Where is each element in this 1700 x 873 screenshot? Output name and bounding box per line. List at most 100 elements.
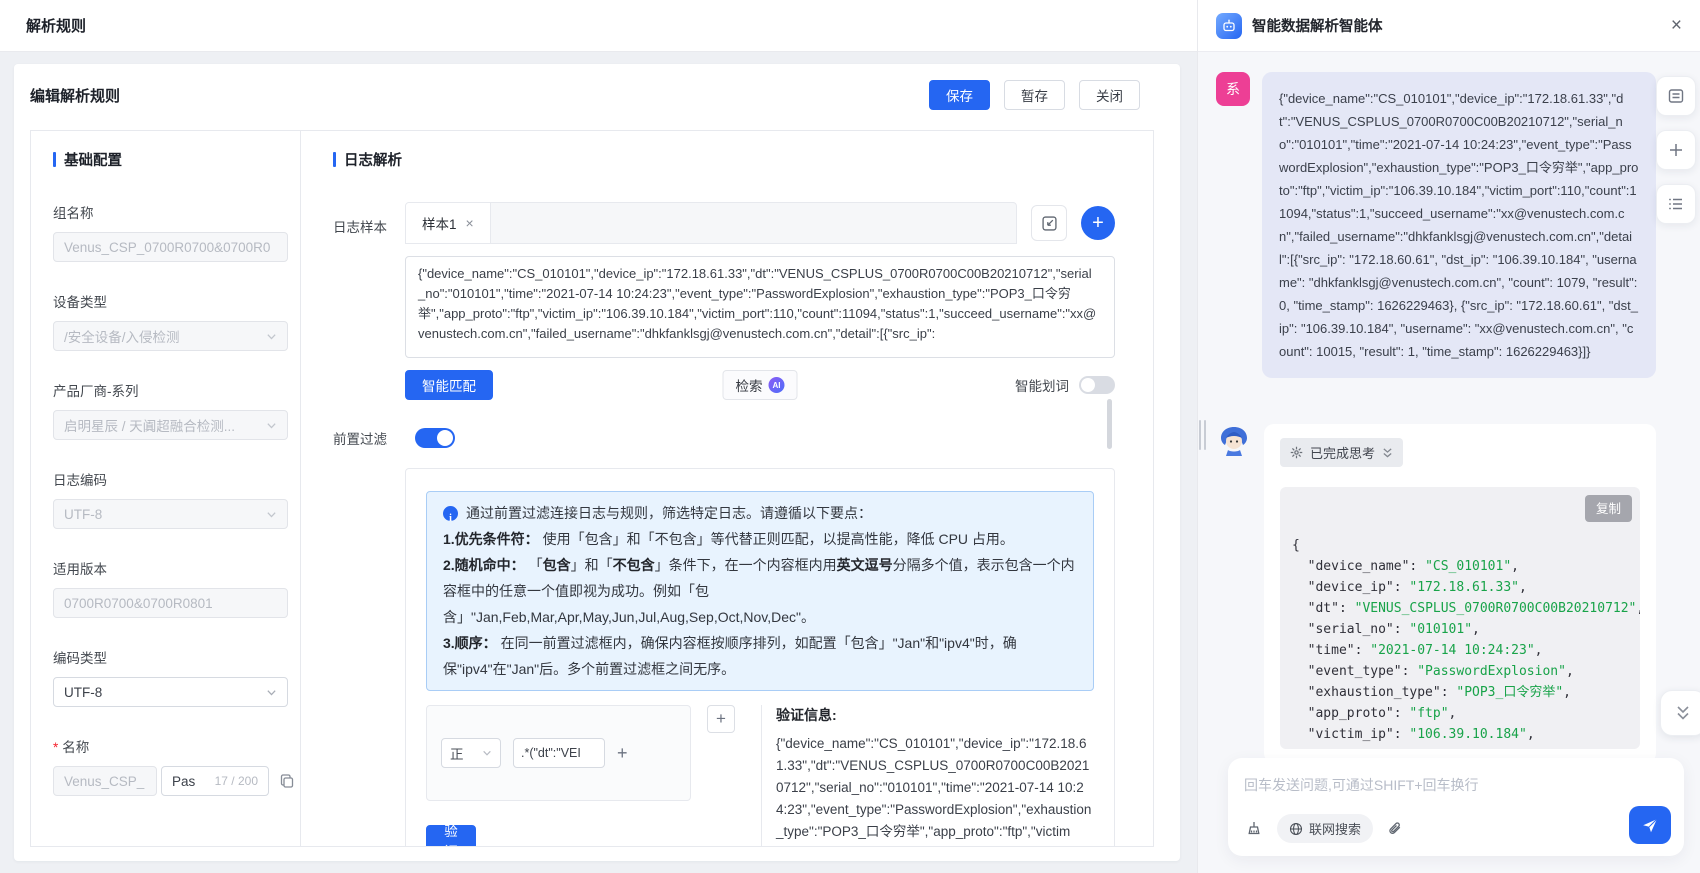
app-root: 解析规则 编辑解析规则 保存 暂存 关闭 基础配置 组名称 Venus_ (0, 0, 1700, 873)
send-button[interactable] (1629, 806, 1671, 844)
chevron-down-icon (266, 331, 277, 342)
attach-ic[interactable] (1387, 821, 1403, 837)
name-prefix-input[interactable]: Venus_CSP_ (53, 766, 157, 796)
filter-operator-select[interactable]: 正 (441, 738, 501, 768)
copy-icon[interactable] (277, 771, 297, 791)
smart-highlight-toggle[interactable] (1079, 376, 1115, 394)
version-field: 适用版本 0700R0700&0700R0801 (53, 558, 288, 618)
group-name-field: 组名称 Venus_CSP_0700R0700&0700R0 (53, 202, 288, 262)
scroll-to-bottom-button[interactable] (1660, 690, 1700, 736)
add-filter-group-button[interactable]: + (707, 705, 735, 733)
clear-context-ic[interactable] (1245, 820, 1263, 838)
name-field: *名称 Venus_CSP_ Pas 17 / 200 (53, 736, 288, 796)
validation-title: 验证信息: (776, 705, 1094, 725)
code-content: { "device_name": "CS_010101", "device_ip… (1292, 535, 1628, 749)
prefilter-group: 正 .*("dt":"VEI + (426, 705, 691, 801)
topbar: 解析规则 (0, 0, 1197, 52)
device-type-field: 设备类型 /安全设备/入侵检测 (53, 291, 288, 351)
required-mark: * (53, 740, 58, 755)
chevron-double-down-icon (1675, 704, 1691, 722)
sample-textarea[interactable]: {"device_name":"CS_010101","device_ip":"… (405, 256, 1115, 358)
add-sample-button[interactable]: + (1081, 206, 1115, 240)
sample-tab-strip: 样本1 × (405, 202, 1017, 244)
globe-icon (1289, 822, 1303, 836)
prefilter-label: 前置过滤 (333, 428, 387, 448)
tab-sample-1[interactable]: 样本1 × (406, 203, 491, 243)
char-counter: 17 / 200 (215, 774, 258, 788)
close-panel-icon[interactable]: × (1671, 16, 1682, 35)
assistant-title: 智能数据解析智能体 (1252, 15, 1383, 36)
add-condition-icon[interactable]: + (617, 743, 628, 764)
card-title: 编辑解析规则 (30, 85, 120, 106)
assistant-avatar (1216, 424, 1252, 460)
prefilter-section: i 通过前置过滤连接日志与规则，筛选特定日志。请遵循以下要点： 1.优先条件符：… (405, 468, 1115, 846)
page-title: 解析规则 (26, 15, 86, 36)
version-input: 0700R0700&0700R0801 (53, 588, 288, 618)
alert-lines: 1.优先条件符： 使用「包含」和「不包含」等代替正则匹配，以提高性能，降低 CP… (443, 526, 1077, 682)
thinking-status-chip[interactable]: 已完成思考 (1280, 438, 1403, 467)
user-message-row: 系 {"device_name":"CS_010101","device_ip"… (1216, 72, 1656, 378)
stash-button[interactable]: 暂存 (1004, 80, 1065, 110)
validation-text: {"device_name":"CS_010101","device_ip":"… (776, 733, 1094, 843)
prefilter-toggle[interactable] (415, 428, 455, 448)
web-search-button[interactable]: 联网搜索 (1277, 814, 1373, 843)
assistant-message-row: 已完成思考 { "device_name": "CS_010101", "dev… (1216, 424, 1656, 763)
scrollbar-thumb[interactable] (1107, 399, 1112, 449)
user-message-bubble: {"device_name":"CS_010101","device_ip":"… (1262, 72, 1656, 378)
chevron-down-icon (266, 420, 277, 431)
assistant-panel: 智能数据解析智能体 × 系 {"device_name":"CS_010101"… (1197, 0, 1700, 873)
section-bar (333, 152, 336, 167)
chevron-down-icon (266, 509, 277, 520)
card-header: 编辑解析规则 保存 暂存 关闭 (14, 64, 1180, 126)
form-panel: 基础配置 组名称 Venus_CSP_0700R0700&0700R0 设备类型… (30, 130, 1154, 847)
group-name-input: Venus_CSP_0700R0700&0700R0 (53, 232, 288, 262)
chevron-double-down-icon (1382, 447, 1393, 459)
assistant-header: 智能数据解析智能体 × (1198, 0, 1700, 52)
log-encoding-field: 日志编码 UTF-8 (53, 469, 288, 529)
log-encoding-select: UTF-8 (53, 499, 288, 529)
code-block: { "device_name": "CS_010101", "device_ip… (1280, 487, 1640, 749)
basic-config-heading: 基础配置 (53, 149, 288, 170)
assistant-message-bubble: 已完成思考 { "device_name": "CS_010101", "dev… (1264, 424, 1656, 763)
send-icon (1641, 816, 1659, 834)
panel-side-toolbar (1656, 76, 1696, 224)
thinking-icon (1290, 446, 1303, 459)
encode-type-select[interactable]: UTF-8 (53, 677, 288, 707)
chevron-down-icon (482, 748, 492, 758)
panel-resize-handle[interactable] (1199, 420, 1206, 450)
section-bar (53, 152, 56, 167)
ai-search-button[interactable]: 检索 AI (723, 370, 798, 400)
prefilter-alert: i 通过前置过滤连接日志与规则，筛选特定日志。请遵循以下要点： 1.优先条件符：… (426, 491, 1094, 691)
validate-button[interactable]: 验证 (426, 825, 476, 846)
copy-code-button[interactable]: 复制 (1585, 495, 1632, 522)
info-icon: i (443, 506, 458, 521)
save-button[interactable]: 保存 (929, 80, 990, 110)
history-list-icon[interactable] (1656, 184, 1696, 224)
sample-label: 日志样本 (333, 202, 405, 400)
edit-rule-card: 编辑解析规则 保存 暂存 关闭 基础配置 组名称 Venus_CSP_0700R… (14, 64, 1180, 861)
smart-match-button[interactable]: 智能匹配 (405, 370, 493, 400)
vendor-series-select: 启明星辰 / 天阗超融合检测... (53, 410, 288, 440)
clear-context-icon (1245, 820, 1263, 838)
basic-config-column: 基础配置 组名称 Venus_CSP_0700R0700&0700R0 设备类型… (31, 131, 301, 846)
name-input[interactable]: Pas 17 / 200 (161, 766, 269, 796)
close-button[interactable]: 关闭 (1079, 80, 1140, 110)
ai-badge-icon: AI (769, 377, 785, 393)
encode-type-field: 编码类型 UTF-8 (53, 647, 288, 707)
filter-pattern-input[interactable]: .*("dt":"VEI (513, 738, 605, 768)
edit-sample-icon[interactable] (1031, 205, 1067, 241)
device-type-select: /安全设备/入侵检测 (53, 321, 288, 351)
system-avatar: 系 (1216, 72, 1250, 106)
assistant-logo-icon (1216, 13, 1242, 39)
conversation-icon[interactable] (1656, 76, 1696, 116)
tab-close-icon[interactable]: × (466, 215, 474, 231)
paperclip-icon (1387, 821, 1403, 837)
validation-panel: 验证信息: {"device_name":"CS_010101","device… (761, 705, 1094, 846)
log-parse-column: 日志解析 日志样本 样本1 × (301, 131, 1153, 846)
log-parse-heading: 日志解析 (333, 149, 1115, 170)
chat-composer: 回车发送问题,可通过SHIFT+回车换行 联网搜索 (1228, 758, 1684, 856)
new-chat-icon[interactable] (1656, 130, 1696, 170)
chevron-down-icon (266, 687, 277, 698)
chat-input[interactable]: 回车发送问题,可通过SHIFT+回车换行 (1244, 775, 1668, 795)
smart-highlight-label: 智能划词 (1015, 375, 1069, 395)
